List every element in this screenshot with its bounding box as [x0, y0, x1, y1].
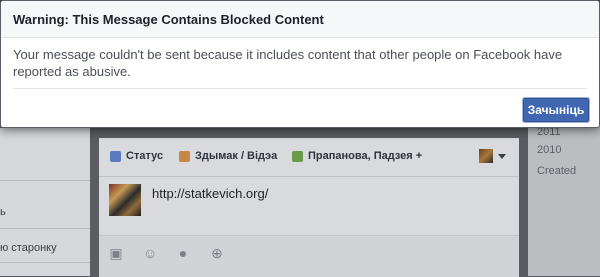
timeline-years: 2011 2010 Created — [528, 118, 600, 276]
smiley-icon[interactable]: ☺ — [143, 246, 157, 260]
composer-tabs: Статус Здымак / Відэа Прапанова, Падзея … — [99, 138, 519, 177]
dialog-title: Warning: This Message Contains Blocked C… — [13, 12, 324, 27]
photo-icon — [179, 150, 190, 162]
dialog-header: Warning: This Message Contains Blocked C… — [1, 1, 599, 38]
timeline-year[interactable]: 2010 — [537, 144, 561, 156]
timeline-year[interactable]: Created — [537, 165, 576, 177]
close-button[interactable]: Зачыніць — [523, 98, 589, 122]
pencil-icon — [110, 150, 121, 162]
status-composer: Статус Здымак / Відэа Прапанова, Падзея … — [99, 138, 519, 277]
tab-label: Здымак / Відэа — [195, 150, 278, 162]
tab-place-event[interactable]: Прапанова, Падзея + — [292, 150, 422, 162]
left-column-item[interactable]: ь — [0, 206, 6, 218]
left-column-item[interactable]: ю старонку — [0, 242, 57, 254]
tab-status[interactable]: Статус — [110, 150, 163, 162]
tab-photo-video[interactable]: Здымак / Відэа — [179, 150, 277, 162]
dialog-message: Your message couldn't be sent because it… — [13, 47, 563, 79]
left-column: ь ю старонку — [0, 128, 90, 276]
composer-action-bar — [99, 235, 519, 277]
camera-icon[interactable]: ▣ — [109, 246, 123, 260]
posting-as-avatar[interactable] — [479, 149, 493, 163]
composer-text[interactable]: http://statkevich.org/ — [152, 186, 268, 201]
place-icon — [292, 150, 303, 162]
target-icon[interactable]: ⊕ — [210, 246, 224, 260]
divider — [0, 262, 90, 263]
tab-label: Статус — [126, 150, 164, 162]
chevron-down-icon[interactable] — [498, 154, 506, 159]
blocked-content-dialog: Warning: This Message Contains Blocked C… — [0, 0, 600, 128]
tab-label: Прапанова, Падзея + — [308, 150, 423, 162]
location-pin-icon[interactable]: ● — [176, 246, 190, 260]
divider — [0, 228, 90, 229]
link-preview-thumbnail — [109, 184, 141, 216]
divider — [0, 180, 90, 181]
divider — [13, 88, 587, 89]
